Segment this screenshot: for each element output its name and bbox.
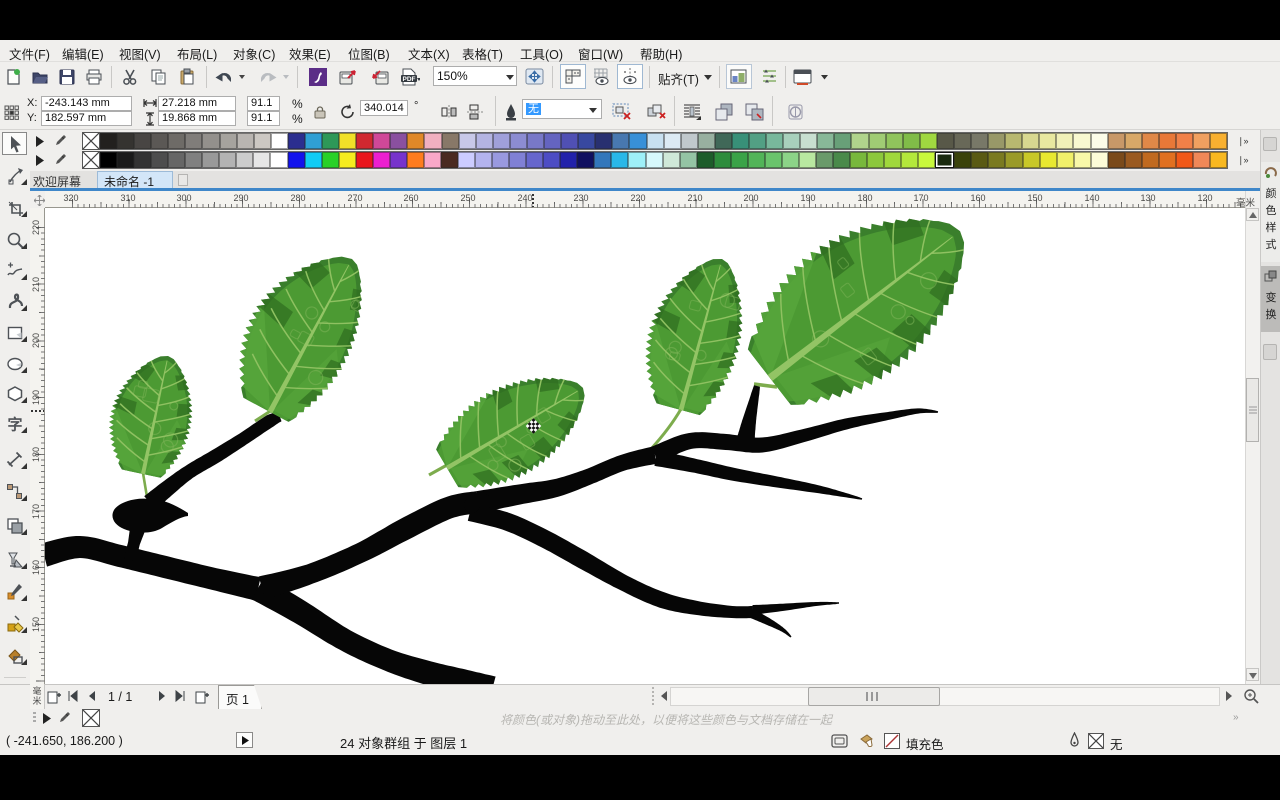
svg-text:PDF: PDF [403, 76, 416, 83]
